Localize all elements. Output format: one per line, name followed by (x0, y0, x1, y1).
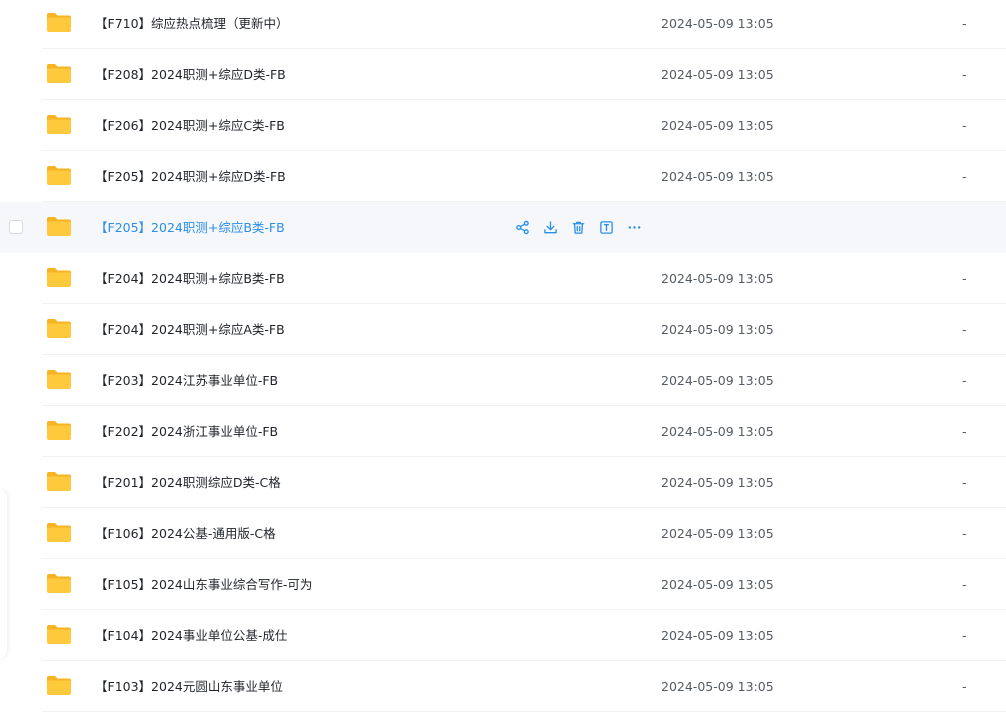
file-row[interactable]: 【F206】2024职测+综应C类-FB 2024-05-09 13:05 - (0, 100, 1006, 151)
folder-icon (46, 674, 72, 696)
folder-icon (46, 113, 72, 135)
file-size: - (962, 67, 967, 82)
file-list: 【F710】综应热点梳理（更新中） 2024-05-09 13:05 - 【F2… (0, 0, 1006, 712)
file-row[interactable]: 【F710】综应热点梳理（更新中） 2024-05-09 13:05 - (0, 0, 1006, 49)
modified-date: 2024-05-09 13:05 (661, 577, 774, 592)
file-name[interactable]: 【F205】2024职测+综应D类-FB (95, 151, 286, 202)
row-checkbox[interactable] (9, 220, 23, 234)
file-row[interactable]: 【F204】2024职测+综应A类-FB 2024-05-09 13:05 - (0, 304, 1006, 355)
modified-date: 2024-05-09 13:05 (661, 67, 774, 82)
folder-icon (46, 419, 72, 441)
folder-icon (46, 572, 72, 594)
file-row[interactable]: 【F203】2024江苏事业单位-FB 2024-05-09 13:05 - (0, 355, 1006, 406)
row-actions (514, 219, 643, 236)
folder-icon (46, 623, 72, 645)
file-name[interactable]: 【F710】综应热点梳理（更新中） (95, 0, 289, 49)
modified-date: 2024-05-09 13:05 (661, 271, 774, 286)
file-name[interactable]: 【F208】2024职测+综应D类-FB (95, 49, 286, 100)
rename-icon[interactable] (598, 219, 615, 236)
folder-icon (46, 62, 72, 84)
file-row[interactable]: 【F204】2024职测+综应B类-FB 2024-05-09 13:05 - (0, 253, 1006, 304)
folder-icon (46, 368, 72, 390)
modified-date: 2024-05-09 13:05 (661, 16, 774, 31)
file-name[interactable]: 【F204】2024职测+综应A类-FB (95, 304, 285, 355)
folder-icon (46, 215, 72, 237)
folder-icon (46, 11, 72, 33)
modified-date: 2024-05-09 13:05 (661, 169, 774, 184)
file-row[interactable]: 【F202】2024浙江事业单位-FB 2024-05-09 13:05 - (0, 406, 1006, 457)
modified-date: 2024-05-09 13:05 (661, 679, 774, 694)
more-icon[interactable] (626, 219, 643, 236)
share-icon[interactable] (514, 219, 531, 236)
file-size: - (962, 679, 967, 694)
file-size: - (962, 373, 967, 388)
file-row[interactable]: 【F201】2024职测综应D类-C格 2024-05-09 13:05 - (0, 457, 1006, 508)
file-size: - (962, 424, 967, 439)
file-row[interactable]: 【F105】2024山东事业综合写作-可为 2024-05-09 13:05 - (0, 559, 1006, 610)
file-name[interactable]: 【F206】2024职测+综应C类-FB (95, 100, 285, 151)
file-size: - (962, 169, 967, 184)
modified-date: 2024-05-09 13:05 (661, 475, 774, 490)
file-size: - (962, 271, 967, 286)
file-name[interactable]: 【F105】2024山东事业综合写作-可为 (95, 559, 312, 610)
file-row[interactable]: 【F205】2024职测+综应D类-FB 2024-05-09 13:05 - (0, 151, 1006, 202)
modified-date: 2024-05-09 13:05 (661, 628, 774, 643)
folder-icon (46, 164, 72, 186)
modified-date: 2024-05-09 13:05 (661, 526, 774, 541)
file-size: - (962, 475, 967, 490)
delete-icon[interactable] (570, 219, 587, 236)
modified-date: 2024-05-09 13:05 (661, 373, 774, 388)
folder-icon (46, 266, 72, 288)
folder-icon (46, 317, 72, 339)
file-row-hovered[interactable]: 【F205】2024职测+综应B类-FB (0, 202, 1006, 253)
file-row[interactable]: 【F106】2024公基-通用版-C格 2024-05-09 13:05 - (0, 508, 1006, 559)
file-size: - (962, 628, 967, 643)
file-name[interactable]: 【F103】2024元圆山东事业单位 (95, 661, 283, 712)
file-name[interactable]: 【F204】2024职测+综应B类-FB (95, 253, 285, 304)
file-name[interactable]: 【F201】2024职测综应D类-C格 (95, 457, 281, 508)
file-row[interactable]: 【F208】2024职测+综应D类-FB 2024-05-09 13:05 - (0, 49, 1006, 100)
file-name[interactable]: 【F202】2024浙江事业单位-FB (95, 406, 278, 457)
folder-icon (46, 470, 72, 492)
file-row[interactable]: 【F104】2024事业单位公基-成仕 2024-05-09 13:05 - (0, 610, 1006, 661)
file-size: - (962, 118, 967, 133)
file-name[interactable]: 【F104】2024事业单位公基-成仕 (95, 610, 287, 661)
file-name[interactable]: 【F205】2024职测+综应B类-FB (95, 202, 285, 253)
folder-icon (46, 521, 72, 543)
file-size: - (962, 322, 967, 337)
file-size: - (962, 577, 967, 592)
modified-date: 2024-05-09 13:05 (661, 424, 774, 439)
side-panel-edge (0, 490, 7, 658)
file-size: - (962, 526, 967, 541)
file-name[interactable]: 【F203】2024江苏事业单位-FB (95, 355, 278, 406)
download-icon[interactable] (542, 219, 559, 236)
file-name[interactable]: 【F106】2024公基-通用版-C格 (95, 508, 276, 559)
file-size: - (962, 16, 967, 31)
modified-date: 2024-05-09 13:05 (661, 322, 774, 337)
file-row[interactable]: 【F103】2024元圆山东事业单位 2024-05-09 13:05 - (0, 661, 1006, 712)
row-divider (42, 711, 1006, 712)
modified-date: 2024-05-09 13:05 (661, 118, 774, 133)
